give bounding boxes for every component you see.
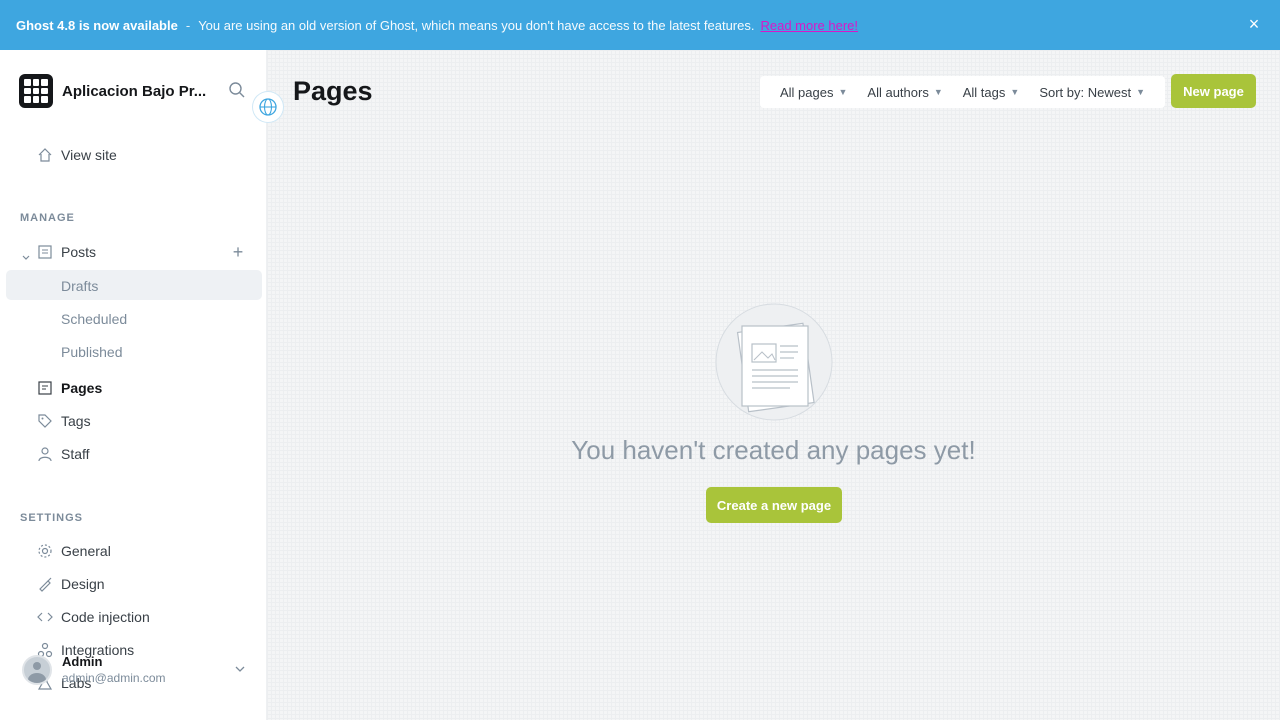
nav-general-label: General [61, 543, 111, 559]
chevron-down-icon: ▼ [1010, 87, 1020, 97]
main-content: Pages All pages ▼ All authors ▼ All tags… [267, 50, 1280, 720]
banner-message: You are using an old version of Ghost, w… [198, 17, 755, 33]
site-name: Aplicacion Bajo Pr... [62, 82, 207, 100]
add-post-icon[interactable]: + [229, 243, 247, 261]
tag-icon [36, 412, 54, 430]
brush-icon [36, 575, 54, 593]
settings-section-title: SETTINGS [20, 512, 84, 524]
nav-pages-label: Pages [61, 380, 103, 396]
sort-dropdown[interactable]: Sort by: Newest ▼ [1039, 85, 1145, 100]
filter-tags-dropdown[interactable]: All tags ▼ [963, 85, 1020, 100]
nav-pages[interactable]: Pages [36, 379, 102, 397]
sidebar: Aplicacion Bajo Pr... View site MANAGE P… [0, 50, 267, 720]
chevron-down-icon: ▼ [1136, 87, 1145, 97]
update-banner: Ghost 4.8 is now available - You are usi… [0, 0, 1280, 50]
nav-view-site[interactable]: View site [36, 146, 117, 164]
chevron-down-icon[interactable] [22, 249, 30, 260]
nav-view-site-label: View site [61, 147, 117, 163]
nav-general[interactable]: General [36, 542, 111, 560]
manage-section-title: MANAGE [20, 212, 75, 224]
user-menu[interactable]: Admin admin@admin.com [22, 650, 252, 690]
banner-title: Ghost 4.8 is now available [16, 17, 178, 33]
filter-bar: All pages ▼ All authors ▼ All tags ▼ Sor… [760, 76, 1165, 108]
pages-icon [36, 379, 54, 397]
filter-tags-label: All tags [962, 84, 1006, 100]
nav-posts-label: Posts [61, 244, 97, 260]
empty-state-message: You haven't created any pages yet! [571, 435, 976, 465]
nav-posts-scheduled[interactable]: Scheduled [61, 311, 127, 327]
home-icon [36, 146, 54, 164]
nav-posts-drafts[interactable]: Drafts [61, 278, 98, 294]
banner-read-more-link[interactable]: Read more here! [760, 18, 858, 33]
brand[interactable]: Aplicacion Bajo Pr... [19, 74, 206, 108]
chevron-down-icon[interactable] [234, 662, 248, 676]
filter-pages-dropdown[interactable]: All pages ▼ [780, 85, 847, 100]
banner-separator: - [185, 17, 191, 33]
globe-icon[interactable] [253, 92, 283, 122]
nav-staff[interactable]: Staff [36, 445, 90, 463]
filter-authors-dropdown[interactable]: All authors ▼ [867, 85, 942, 100]
posts-icon [36, 243, 54, 261]
nav-staff-label: Staff [61, 446, 90, 462]
search-icon[interactable] [228, 81, 248, 101]
create-new-page-button[interactable]: Create a new page [706, 487, 842, 523]
nav-posts-published[interactable]: Published [61, 344, 123, 360]
staff-icon [36, 445, 54, 463]
close-icon[interactable]: × [1244, 14, 1264, 34]
nav-design[interactable]: Design [36, 575, 105, 593]
user-email: admin@admin.com [62, 671, 166, 685]
avatar [22, 655, 52, 685]
code-icon [36, 608, 54, 626]
user-name: Admin [62, 654, 103, 669]
page-title: Pages [293, 76, 373, 106]
nav-code-injection[interactable]: Code injection [36, 608, 150, 626]
empty-pages-illustration-icon [714, 302, 834, 422]
nav-tags-label: Tags [61, 413, 91, 429]
gear-icon [36, 542, 54, 560]
nav-posts[interactable]: Posts [36, 243, 96, 261]
sort-label: Sort by: Newest [1039, 84, 1132, 100]
new-page-button[interactable]: New page [1171, 74, 1256, 108]
filter-authors-label: All authors [867, 84, 929, 100]
site-logo-icon [19, 74, 53, 108]
nav-tags[interactable]: Tags [36, 412, 91, 430]
chevron-down-icon: ▼ [838, 87, 848, 97]
filter-pages-label: All pages [780, 84, 834, 100]
nav-active-highlight [6, 270, 262, 300]
nav-design-label: Design [61, 576, 105, 592]
nav-code-injection-label: Code injection [61, 609, 150, 625]
user-info: Admin admin@admin.com [62, 654, 166, 686]
chevron-down-icon: ▼ [933, 87, 943, 97]
